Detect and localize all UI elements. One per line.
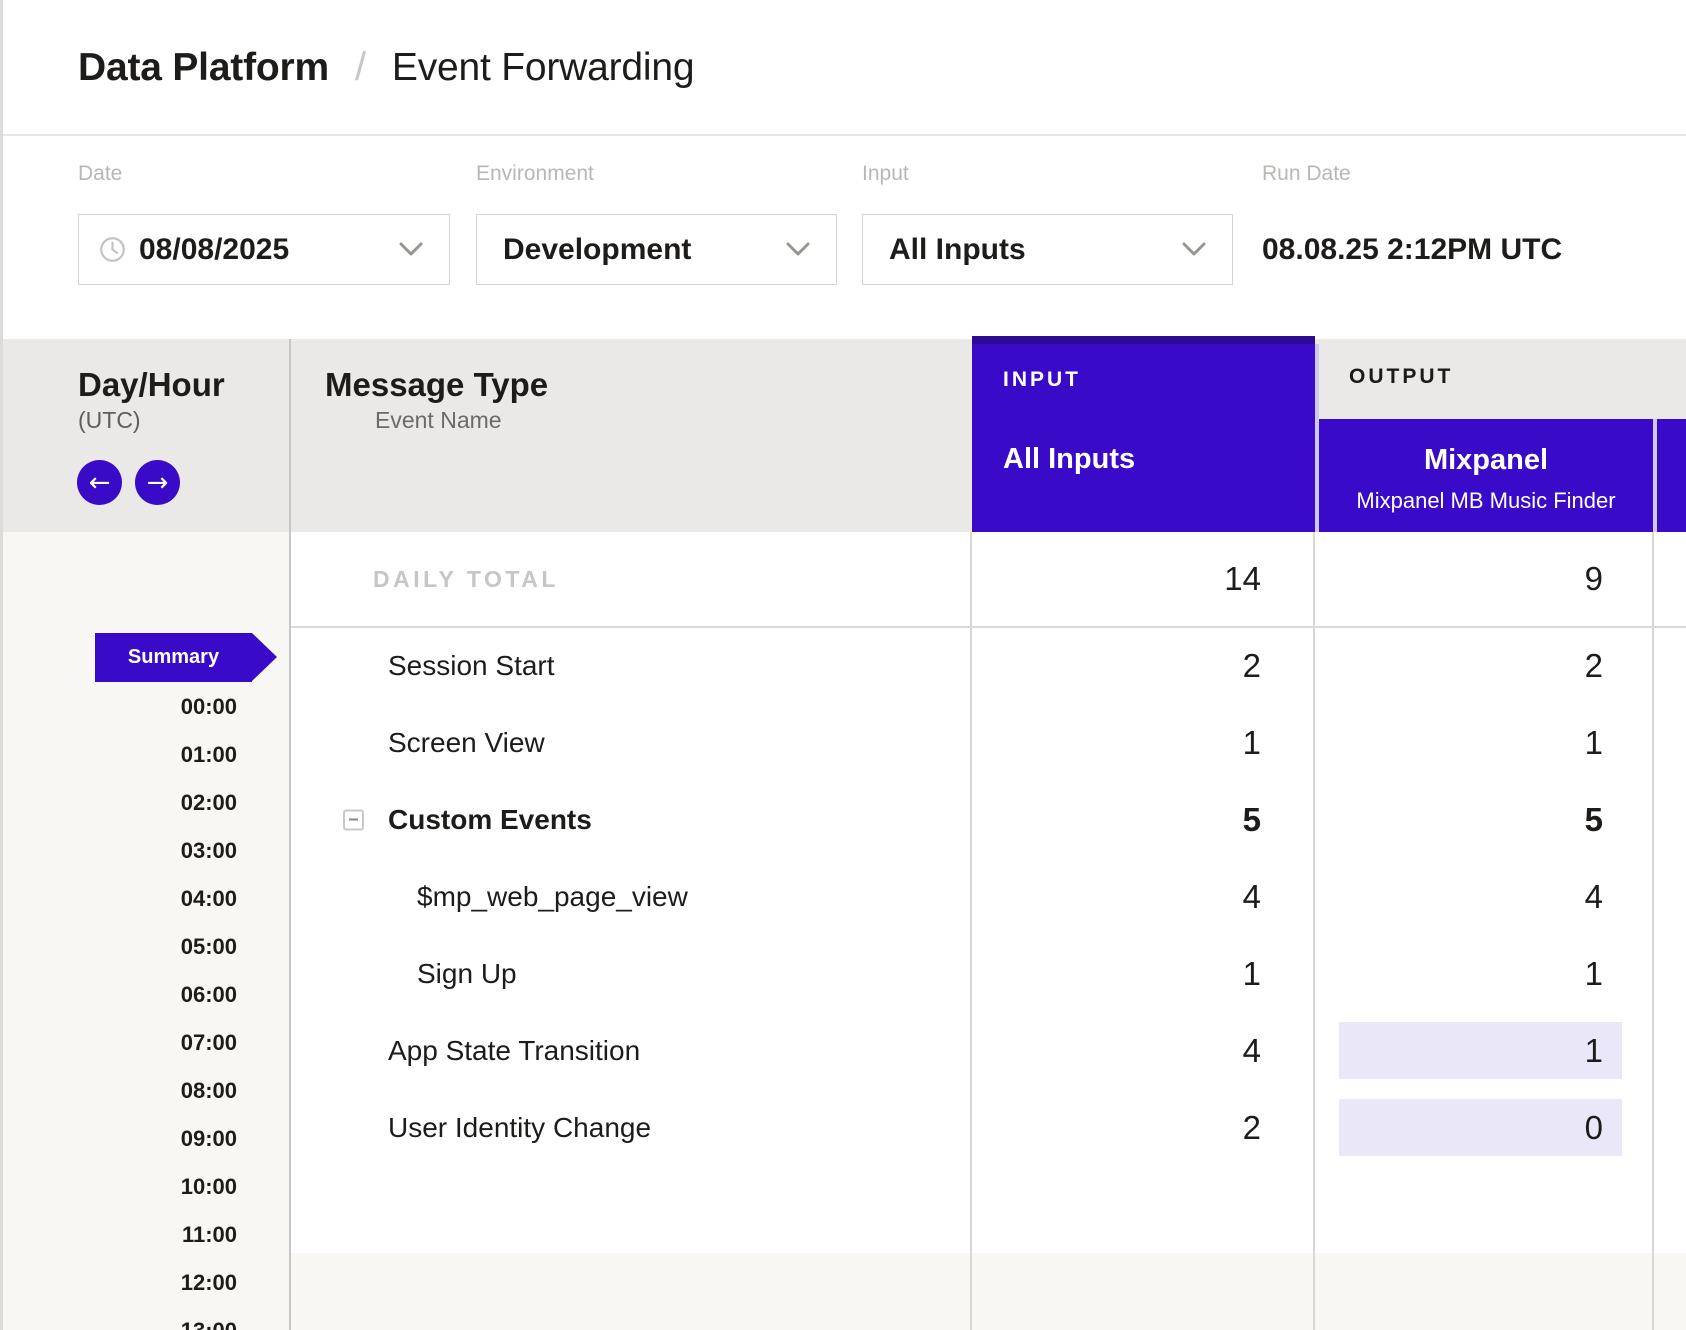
output-section-label: OUTPUT xyxy=(1349,365,1453,389)
page-title: Event Forwarding xyxy=(392,46,694,89)
date-value: 08/08/2025 xyxy=(139,233,289,267)
day-hour-header: Day/Hour xyxy=(78,366,225,404)
hour-item[interactable]: 04:00 xyxy=(3,875,237,923)
arrow-left-icon: ← xyxy=(89,468,111,498)
breadcrumb-separator: / xyxy=(355,45,366,89)
run-date-label: Run Date xyxy=(1262,162,1351,186)
row-output-value: 1 xyxy=(1318,1012,1603,1089)
row-output-value: 1 xyxy=(1318,704,1603,781)
event-forwarding-page: Data Platform / Event Forwarding Date Envi… xyxy=(0,0,1686,1330)
summary-tab-label: Summary xyxy=(128,646,219,669)
hour-item[interactable]: 01:00 xyxy=(3,731,237,779)
row-input-value: 2 xyxy=(972,627,1261,704)
hour-item[interactable]: 00:00 xyxy=(3,683,237,731)
daily-total-row: DAILY TOTAL 14 9 xyxy=(291,532,1686,628)
input-column-accent-strip xyxy=(972,336,1315,344)
input-section-label: INPUT xyxy=(1003,368,1081,392)
day-hour-utc-label: (UTC) xyxy=(78,407,141,434)
arrow-right-icon: → xyxy=(147,468,169,498)
clock-icon xyxy=(99,236,126,263)
next-day-button[interactable]: → xyxy=(135,460,180,505)
hour-list: 00:00 01:00 02:00 03:00 04:00 05:00 06:0… xyxy=(3,683,237,1330)
table-row: $mp_web_page_view 4 4 xyxy=(291,858,1686,935)
table-row: Custom Events 5 5 xyxy=(291,781,1686,858)
run-date-value: 08.08.25 2:12PM UTC xyxy=(1262,214,1562,285)
row-output-value: 2 xyxy=(1318,627,1603,704)
row-output-value: 0 xyxy=(1318,1089,1603,1166)
date-label: Date xyxy=(78,162,122,186)
row-output-value: 5 xyxy=(1318,781,1603,858)
row-label: $mp_web_page_view xyxy=(417,881,688,913)
chevron-down-icon xyxy=(399,242,423,257)
environment-dropdown[interactable]: Development xyxy=(476,214,837,285)
event-name-subheader: Event Name xyxy=(375,407,502,434)
environment-label: Environment xyxy=(476,162,594,186)
daily-total-input-value: 14 xyxy=(972,532,1261,626)
connector-name: Mixpanel xyxy=(1319,444,1653,477)
row-input-value: 1 xyxy=(972,935,1261,1012)
table-row: User Identity Change 2 0 xyxy=(291,1089,1686,1166)
hour-item[interactable]: 12:00 xyxy=(3,1259,237,1307)
hour-item[interactable]: 11:00 xyxy=(3,1211,237,1259)
hour-item[interactable]: 06:00 xyxy=(3,971,237,1019)
table-row: Sign Up 1 1 xyxy=(291,935,1686,1012)
row-input-value: 4 xyxy=(972,858,1261,935)
hour-item[interactable]: 05:00 xyxy=(3,923,237,971)
date-dropdown[interactable]: 08/08/2025 xyxy=(78,214,450,285)
row-input-value: 2 xyxy=(972,1089,1261,1166)
connector-subtitle: Mixpanel MB Music Finder xyxy=(1319,488,1653,514)
table-row: Session Start 2 2 xyxy=(291,627,1686,704)
chevron-down-icon xyxy=(1182,242,1206,257)
input-dropdown[interactable]: All Inputs xyxy=(862,214,1233,285)
filter-bar: Date Environment Input Run Date 08/08/20… xyxy=(3,138,1686,339)
collapse-minus-icon[interactable] xyxy=(343,809,364,830)
table-footer-band xyxy=(3,1253,1686,1330)
breadcrumb: Data Platform / Event Forwarding xyxy=(78,45,694,90)
hour-item[interactable]: 10:00 xyxy=(3,1163,237,1211)
row-input-value: 1 xyxy=(972,704,1261,781)
row-label: Screen View xyxy=(388,727,545,759)
row-output-value: 4 xyxy=(1318,858,1603,935)
table-row: Screen View 1 1 xyxy=(291,704,1686,781)
row-input-value: 5 xyxy=(972,781,1261,858)
daily-total-label: DAILY TOTAL xyxy=(373,532,559,626)
input-column-name: All Inputs xyxy=(1003,443,1135,476)
row-output-value: 1 xyxy=(1318,935,1603,1012)
hour-item[interactable]: 13:00 xyxy=(3,1307,237,1330)
row-input-value: 4 xyxy=(972,1012,1261,1089)
row-label: App State Transition xyxy=(388,1035,640,1067)
input-value: All Inputs xyxy=(889,233,1026,267)
breadcrumb-data-platform[interactable]: Data Platform xyxy=(78,46,329,89)
summary-tab[interactable]: Summary xyxy=(95,633,252,682)
row-label: User Identity Change xyxy=(388,1112,651,1144)
top-bar: Data Platform / Event Forwarding xyxy=(3,0,1686,136)
hour-item[interactable]: 02:00 xyxy=(3,779,237,827)
previous-day-button[interactable]: ← xyxy=(77,460,122,505)
page-left-border xyxy=(0,0,3,1330)
input-label: Input xyxy=(862,162,909,186)
message-type-rows: Session Start 2 2 Screen View 1 1 Custom… xyxy=(291,627,1686,1166)
environment-value: Development xyxy=(503,233,691,267)
chevron-down-icon xyxy=(786,242,810,257)
row-label: Sign Up xyxy=(417,958,517,990)
next-output-column-partial xyxy=(1657,419,1686,532)
hour-item[interactable]: 08:00 xyxy=(3,1067,237,1115)
table-header: Day/Hour (UTC) ← → Message Type Event Na… xyxy=(3,339,1686,532)
output-connector-header[interactable]: Mixpanel Mixpanel MB Music Finder xyxy=(1319,419,1653,532)
daily-total-output-value: 9 xyxy=(1318,532,1603,626)
row-label: Custom Events xyxy=(388,804,592,836)
hour-item[interactable]: 09:00 xyxy=(3,1115,237,1163)
hour-item[interactable]: 03:00 xyxy=(3,827,237,875)
day-navigation: ← → xyxy=(77,460,180,505)
hour-item[interactable]: 07:00 xyxy=(3,1019,237,1067)
message-type-header: Message Type xyxy=(325,366,548,404)
row-label: Session Start xyxy=(388,650,555,682)
input-column-header[interactable]: INPUT All Inputs xyxy=(972,336,1315,532)
table-row: App State Transition 4 1 xyxy=(291,1012,1686,1089)
